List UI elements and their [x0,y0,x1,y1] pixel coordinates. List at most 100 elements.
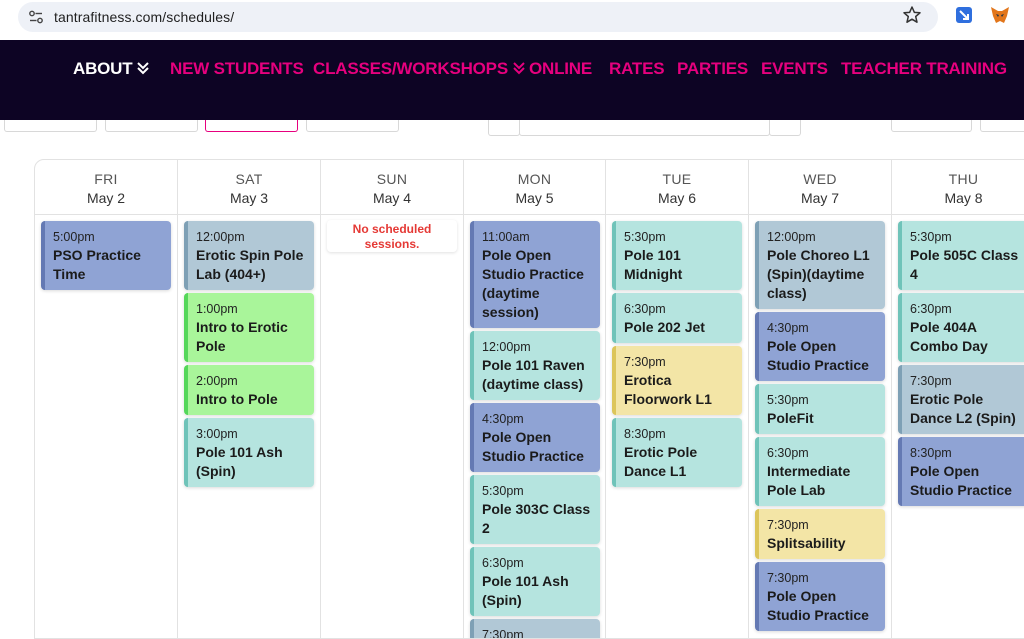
nav-item-parties[interactable]: PARTIES [677,59,748,79]
nav-item-events[interactable]: EVENTS [761,59,828,79]
event-title: Pole Open Studio Practice (daytime sessi… [482,247,584,320]
class-event[interactable]: 7:30pm [470,619,600,638]
event-time: 5:30pm [482,484,524,498]
day-header: SAT May 3 [178,160,320,215]
event-time: 5:30pm [624,230,666,244]
url-text[interactable]: tantrafitness.com/schedules/ [54,9,234,25]
event-time: 7:30pm [624,355,666,369]
nav-item-online[interactable]: ONLINE [529,59,592,79]
event-title: PSO Practice Time [53,247,141,282]
day-date: May 4 [372,190,412,206]
location-select[interactable] [519,120,770,136]
event-title: Intro to Erotic Pole [196,319,288,354]
event-title: Intro to Pole [196,391,278,407]
extension-icon[interactable] [955,6,973,24]
nav-item-new-students[interactable]: NEW STUDENTS [170,59,304,79]
class-event[interactable]: 2:00pm Intro to Pole [184,365,314,415]
event-time: 8:30pm [624,427,666,441]
event-time: 5:00pm [53,230,95,244]
address-bar[interactable]: tantrafitness.com/schedules/ [18,2,938,32]
day-header: SUN May 4 [321,160,463,215]
day-date: May 2 [86,190,126,206]
class-event[interactable]: 6:30pm Intermediate Pole Lab [755,437,885,506]
class-event[interactable]: 7:30pm Erotica Floorwork L1 [612,346,742,415]
double-chevron-down-icon [137,62,150,75]
event-title: Pole 404A Combo Day [910,319,988,354]
day-date: May 7 [800,190,840,206]
class-event[interactable]: 5:30pm Pole 505C Class 4 [898,221,1024,290]
metamask-fox-icon[interactable] [990,6,1010,24]
event-time: 6:30pm [767,446,809,460]
class-event[interactable]: 6:30pm Pole 101 Ash (Spin) [470,547,600,616]
class-event[interactable]: 7:30pm Erotic Pole Dance L2 (Spin) [898,365,1024,434]
nav-item-rates[interactable]: RATES [609,59,665,79]
event-title: Pole Open Studio Practice [910,463,1012,498]
event-time: 6:30pm [624,302,666,316]
event-title: Pole Open Studio Practice [767,588,869,623]
event-title: Pole 101 Midnight [624,247,683,282]
site-navigation: ABOUT NEW STUDENTS CLASSES/WORKSHOPS ONL… [0,40,1024,123]
event-title: Splitsability [767,535,846,551]
no-sessions-message: No scheduled sessions. [327,220,457,252]
day-date: May 5 [515,190,554,206]
class-event[interactable]: 6:30pm Pole 202 Jet [612,293,742,343]
filter-button[interactable] [105,120,198,132]
class-event[interactable]: 5:30pm PoleFit [755,384,885,434]
double-chevron-down-icon [513,62,525,75]
class-event[interactable]: 8:30pm Erotic Pole Dance L1 [612,418,742,487]
class-event[interactable]: 6:30pm Pole 404A Combo Day [898,293,1024,362]
select-prefix[interactable] [488,120,520,136]
event-time: 5:30pm [767,393,809,407]
class-event[interactable]: 4:30pm Pole Open Studio Practice [755,312,885,381]
event-time: 5:30pm [910,230,952,244]
class-event[interactable]: 12:00pm Pole Choreo L1 (Spin)(daytime cl… [755,221,885,309]
select-suffix[interactable] [769,120,801,136]
day-name: SUN [376,171,408,187]
class-event[interactable]: 5:30pm Pole 101 Midnight [612,221,742,290]
class-event[interactable]: 5:00pm PSO Practice Time [41,221,171,290]
bookmark-star-icon[interactable] [902,5,922,25]
class-event[interactable]: 12:00pm Pole 101 Raven (daytime class) [470,331,600,400]
day-column-tue: TUE May 6 5:30pm Pole 101 Midnight 6:30p… [606,160,749,638]
event-time: 12:00pm [196,230,245,244]
event-title: Pole 101 Raven (daytime class) [482,357,585,392]
event-title: Erotic Spin Pole Lab (404+) [196,247,304,282]
event-title: Pole Open Studio Practice [767,338,869,373]
event-title: Erotic Pole Dance L2 (Spin) [910,391,1016,426]
event-title: Pole 202 Jet [624,319,705,335]
day-name: FRI [94,171,118,187]
class-event[interactable]: 8:30pm Pole Open Studio Practice [898,437,1024,506]
filter-button[interactable] [4,120,97,132]
site-info-icon[interactable] [28,9,44,25]
day-date: May 8 [944,190,983,206]
class-event[interactable]: 11:00am Pole Open Studio Practice (dayti… [470,221,600,328]
event-time: 6:30pm [910,302,952,316]
day-name: TUE [662,171,692,187]
class-event[interactable]: 5:30pm Pole 303C Class 2 [470,475,600,544]
schedule-calendar: FRI May 2 5:00pm PSO Practice Time SAT M… [34,159,1024,639]
filter-button[interactable] [306,120,399,132]
class-event[interactable]: 4:30pm Pole Open Studio Practice [470,403,600,472]
view-button[interactable] [980,120,1024,132]
class-event[interactable]: 3:00pm Pole 101 Ash (Spin) [184,418,314,487]
filter-button-active[interactable] [205,120,298,132]
day-header: TUE May 6 [606,160,748,215]
class-event[interactable]: 12:00pm Erotic Spin Pole Lab (404+) [184,221,314,290]
class-event[interactable]: 7:30pm Splitsability [755,509,885,559]
day-header: FRI May 2 [35,160,177,215]
event-title: Erotic Pole Dance L1 [624,444,698,479]
event-title: Erotica Floorwork L1 [624,372,712,407]
event-title: Pole 101 Ash (Spin) [196,444,283,479]
day-column-wed: WED May 7 12:00pm Pole Choreo L1 (Spin)(… [749,160,892,638]
event-time: 7:30pm [767,518,809,532]
day-column-thu: THU May 8 5:30pm Pole 505C Class 4 6:30p… [892,160,1024,638]
class-event[interactable]: 1:00pm Intro to Erotic Pole [184,293,314,362]
class-event[interactable]: 7:30pm Pole Open Studio Practice [755,562,885,631]
event-time: 12:00pm [767,230,816,244]
event-title: Pole 303C Class 2 [482,501,591,536]
view-button[interactable] [891,120,972,132]
nav-item-classes-workshops[interactable]: CLASSES/WORKSHOPS [313,59,526,79]
day-name: MON [517,171,552,187]
nav-item-about[interactable]: ABOUT [73,59,150,79]
nav-item-teacher-training[interactable]: TEACHER TRAINING [841,59,1007,79]
